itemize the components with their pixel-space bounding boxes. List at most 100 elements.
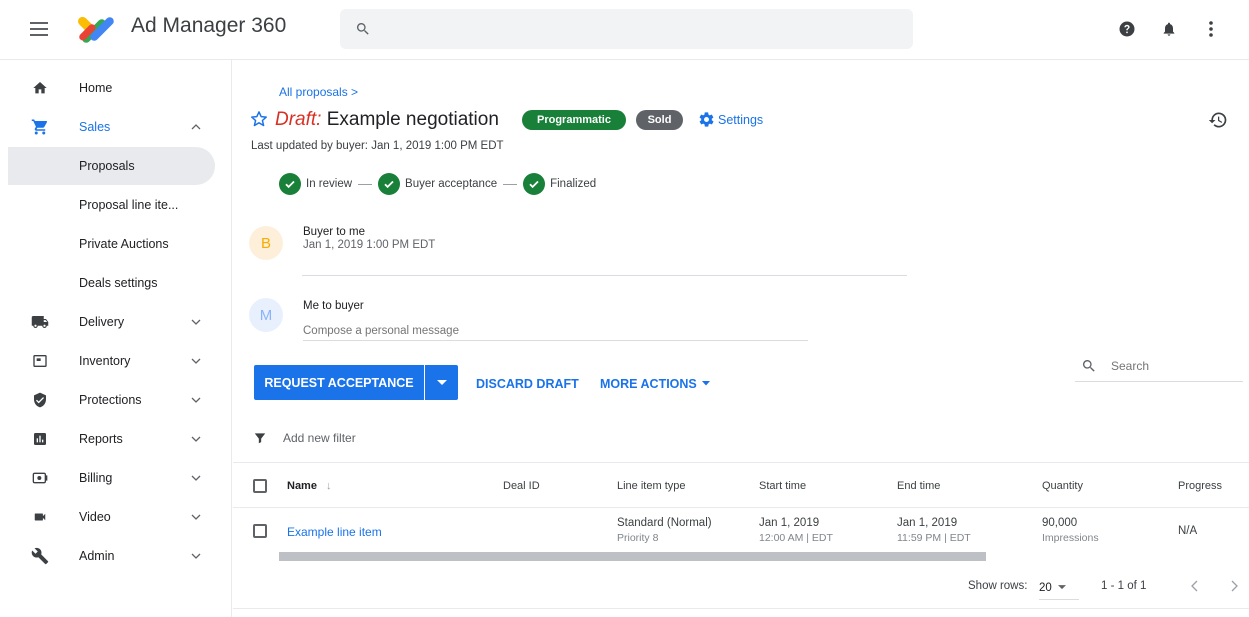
add-filter-label: Add new filter <box>283 431 356 445</box>
column-header-quantity[interactable]: Quantity <box>1042 480 1083 492</box>
more-actions-label: MORE ACTIONS <box>600 377 697 391</box>
sidebar-item-label: Sales <box>79 120 111 134</box>
table-search-input[interactable] <box>1111 359 1236 373</box>
search-icon <box>356 23 369 35</box>
table-footer: Show rows: 20 1 - 1 of 1 <box>233 566 1249 609</box>
filter-icon <box>254 433 266 444</box>
avatar: M <box>249 298 283 332</box>
sidebar-item-label: Admin <box>79 549 115 563</box>
more-actions-button[interactable]: MORE ACTIONS <box>600 377 711 391</box>
last-updated-text: Last updated by buyer: Jan 1, 2019 1:00 … <box>251 140 504 152</box>
divider <box>302 275 907 276</box>
sidebar-item-private-auctions[interactable]: Private Auctions <box>8 225 215 263</box>
sidebar-item-sales[interactable]: Sales <box>0 112 232 142</box>
column-label: Name <box>287 480 317 492</box>
rows-per-page-select[interactable]: 20 <box>1039 576 1079 600</box>
sidebar-item-delivery[interactable]: Delivery <box>0 307 232 337</box>
main-content: All proposals > Draft: Example negotiati… <box>233 60 1249 617</box>
status-stepper: In review Buyer acceptance Finalized <box>279 173 596 195</box>
column-header-start-time[interactable]: Start time <box>759 480 806 492</box>
start-date: Jan 1, 2019 <box>759 517 820 529</box>
global-search[interactable] <box>340 9 913 49</box>
menu-icon[interactable] <box>30 22 48 36</box>
sidebar-item-billing[interactable]: Billing <box>0 463 232 493</box>
billing-icon <box>30 468 50 488</box>
rows-per-page-value: 20 <box>1039 581 1052 594</box>
pagination-range: 1 - 1 of 1 <box>1101 580 1147 592</box>
reports-icon <box>30 429 50 449</box>
table-search[interactable] <box>1075 354 1243 382</box>
gear-icon <box>699 112 714 127</box>
sidebar-item-reports[interactable]: Reports <box>0 424 232 454</box>
column-header-line-item-type[interactable]: Line item type <box>617 480 685 492</box>
message-time: Jan 1, 2019 1:00 PM EDT <box>303 239 436 251</box>
step-label: Finalized <box>550 178 597 190</box>
end-date: Jan 1, 2019 <box>897 517 958 529</box>
sidebar-item-label: Protections <box>79 393 142 407</box>
select-all-checkbox[interactable] <box>253 479 267 493</box>
sidebar-item-inventory[interactable]: Inventory <box>0 346 232 376</box>
shield-icon <box>30 390 50 410</box>
top-bar: Ad Manager 360 <box>0 0 1249 60</box>
arrow-drop-down-icon <box>1057 585 1066 590</box>
home-icon <box>30 78 50 98</box>
add-filter[interactable]: Add new filter <box>253 431 356 445</box>
discard-draft-button[interactable]: DISCARD DRAFT <box>476 377 579 391</box>
step-in-review: In review <box>279 173 352 195</box>
step-connector <box>358 183 373 185</box>
star-icon[interactable] <box>249 109 269 129</box>
settings-link[interactable]: Settings <box>698 111 763 128</box>
end-time: 11:59 PM | EDT <box>897 532 971 544</box>
sidebar-item-proposal-line-items[interactable]: Proposal line ite... <box>8 186 215 224</box>
chevron-right-icon[interactable] <box>1227 579 1241 593</box>
request-acceptance-button[interactable]: REQUEST ACCEPTANCE <box>254 365 424 400</box>
sidebar-item-label: Billing <box>79 471 113 485</box>
sidebar-item-label: Home <box>79 81 113 95</box>
line-item-name-link[interactable]: Example line item <box>287 525 382 539</box>
request-acceptance-dropdown[interactable] <box>425 365 458 400</box>
sidebar-item-home[interactable]: Home <box>0 73 232 103</box>
chevron-down-icon <box>191 553 201 559</box>
help-icon[interactable] <box>1117 19 1137 39</box>
step-label: In review <box>306 178 353 190</box>
table-row[interactable]: Example line item Standard (Normal) Prio… <box>233 508 1249 554</box>
column-header-end-time[interactable]: End time <box>897 480 940 492</box>
search-icon <box>1082 360 1095 372</box>
step-buyer-acceptance: Buyer acceptance <box>378 173 497 195</box>
history-icon[interactable] <box>1208 110 1228 130</box>
sidebar-item-label: Video <box>79 510 111 524</box>
ad-manager-logo[interactable] <box>76 12 116 48</box>
app-title: Ad Manager 360 <box>131 14 287 37</box>
sidebar-item-label: Reports <box>79 432 123 446</box>
message-title: Me to buyer <box>303 300 364 312</box>
sidebar-item-protections[interactable]: Protections <box>0 385 232 415</box>
search-input[interactable] <box>384 17 884 41</box>
column-header-deal-id[interactable]: Deal ID <box>503 480 540 492</box>
column-header-progress[interactable]: Progress <box>1178 480 1222 492</box>
check-circle-icon <box>279 173 301 195</box>
sidebar-item-label: Proposals <box>79 159 135 173</box>
inventory-icon <box>30 351 50 371</box>
arrow-drop-down-icon <box>436 379 447 385</box>
row-checkbox[interactable] <box>253 524 267 538</box>
avatar: B <box>249 226 283 260</box>
sidebar-item-proposals[interactable]: Proposals <box>8 147 215 185</box>
chevron-left-icon[interactable] <box>1188 579 1202 593</box>
table-header: Name ↓ Deal ID Line item type Start time… <box>233 462 1249 508</box>
quantity-value: 90,000 <box>1042 517 1078 529</box>
sidebar: Home Sales Proposals Proposal line ite..… <box>0 60 232 617</box>
notifications-icon[interactable] <box>1159 19 1179 39</box>
chevron-down-icon <box>191 358 201 364</box>
sidebar-item-label: Delivery <box>79 315 125 329</box>
sidebar-item-deals-settings[interactable]: Deals settings <box>8 264 215 302</box>
more-vert-icon[interactable] <box>1201 19 1221 39</box>
sidebar-item-video[interactable]: Video <box>0 502 232 532</box>
column-header-name[interactable]: Name ↓ <box>287 480 332 492</box>
compose-message-input[interactable] <box>303 321 808 341</box>
chevron-down-icon <box>191 514 201 520</box>
breadcrumb[interactable]: All proposals > <box>279 85 358 99</box>
sidebar-item-admin[interactable]: Admin <box>0 541 232 571</box>
sidebar-item-label: Deals settings <box>79 276 158 290</box>
video-icon <box>30 507 50 527</box>
horizontal-scrollbar[interactable] <box>279 552 986 561</box>
